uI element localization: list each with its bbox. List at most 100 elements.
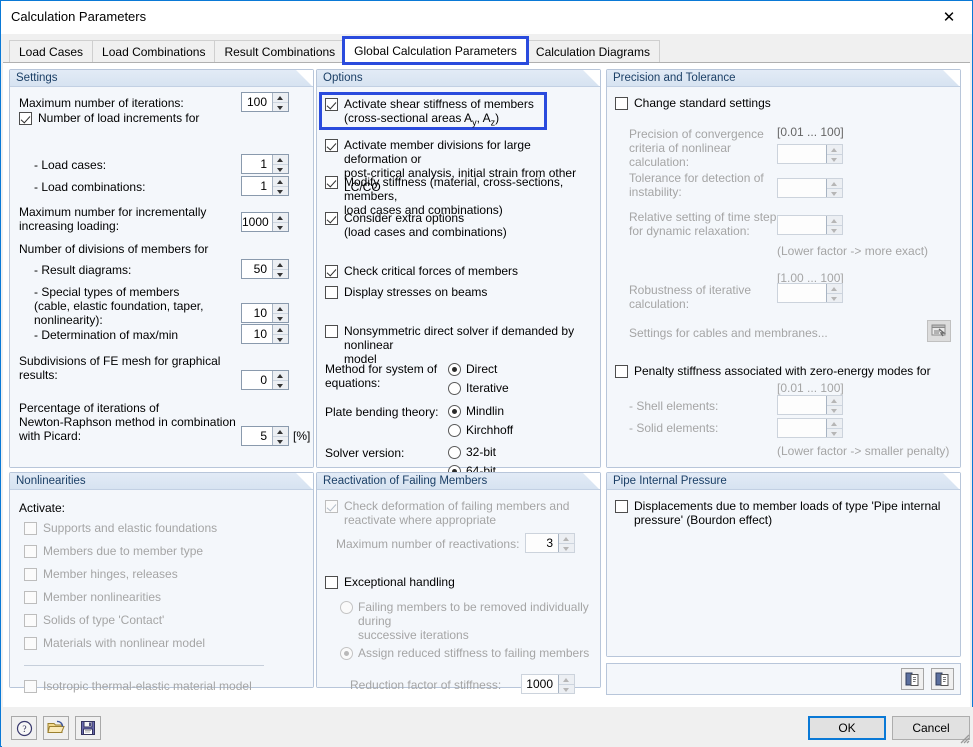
penalty-stiffness-checkbox[interactable]: Penalty stiffness associated with zero-e… xyxy=(615,364,945,378)
radio-iterative[interactable]: Iterative xyxy=(448,381,509,395)
max-incremental-spinner[interactable]: 1000 xyxy=(241,212,289,232)
member-nonlinearities-checkbox[interactable]: Member nonlinearities xyxy=(24,590,294,604)
reduction-factor-spinner[interactable]: 1000 xyxy=(521,674,575,694)
convergence-spinner[interactable] xyxy=(777,144,843,164)
display-stresses-checkbox[interactable]: Display stresses on beams xyxy=(325,285,595,299)
radio-circle[interactable] xyxy=(448,382,461,395)
shell-elements-spin-buttons[interactable] xyxy=(826,396,842,414)
radio-circle[interactable] xyxy=(448,363,461,376)
member-hinges-checkbox[interactable]: Member hinges, releases xyxy=(24,567,294,581)
robustness-spin-buttons[interactable] xyxy=(826,284,842,302)
resize-grip-icon[interactable] xyxy=(958,732,971,745)
shell-elements-spinner[interactable] xyxy=(777,395,843,415)
checkbox-box[interactable] xyxy=(615,500,628,513)
solid-elements-value[interactable] xyxy=(778,419,826,437)
save-button[interactable] xyxy=(75,716,101,740)
copy-page-button-2[interactable] xyxy=(931,668,954,690)
spin-down-icon[interactable] xyxy=(273,270,288,279)
max-incremental-value[interactable]: 1000 xyxy=(242,213,272,231)
spin-down-icon[interactable] xyxy=(273,187,288,196)
nonsymmetric-solver-checkbox[interactable]: Nonsymmetric direct solver if demanded b… xyxy=(325,324,597,366)
timestep-spinner[interactable] xyxy=(777,215,843,235)
result-diagrams-spinner[interactable]: 50 xyxy=(241,259,289,279)
spin-up-icon[interactable] xyxy=(273,93,288,103)
result-diagrams-spin-buttons[interactable] xyxy=(272,260,288,278)
spin-down-icon[interactable] xyxy=(273,335,288,344)
max-min-spinner[interactable]: 10 xyxy=(241,324,289,344)
spin-down-icon[interactable] xyxy=(827,429,842,438)
spin-up-icon[interactable] xyxy=(827,145,842,155)
radio-circle[interactable] xyxy=(340,601,353,614)
checkbox-box[interactable] xyxy=(325,286,338,299)
spin-down-icon[interactable] xyxy=(273,314,288,323)
checkbox-box[interactable] xyxy=(24,637,37,650)
robustness-spinner[interactable] xyxy=(777,283,843,303)
ok-button[interactable]: OK xyxy=(808,716,886,740)
checkbox-box[interactable] xyxy=(615,365,628,378)
load-combinations-spin-buttons[interactable] xyxy=(272,177,288,195)
radio-32bit[interactable]: 32-bit xyxy=(448,445,496,459)
consider-extra-options-checkbox[interactable]: Consider extra options (load cases and c… xyxy=(325,211,595,239)
checkbox-box[interactable] xyxy=(325,212,338,225)
spin-down-icon[interactable] xyxy=(273,381,288,390)
special-types-spinner[interactable]: 10 xyxy=(241,303,289,323)
max-iterations-value[interactable]: 100 xyxy=(242,93,272,111)
settings-dialog-icon[interactable] xyxy=(927,320,951,342)
radio-circle[interactable] xyxy=(448,446,461,459)
load-cases-spinner[interactable]: 1 xyxy=(241,154,289,174)
spin-down-icon[interactable] xyxy=(827,226,842,235)
spin-up-icon[interactable] xyxy=(273,260,288,270)
checkbox-box[interactable] xyxy=(325,98,338,111)
tab-load-combinations[interactable]: Load Combinations xyxy=(92,40,215,63)
spin-up-icon[interactable] xyxy=(559,534,574,544)
checkbox-box[interactable] xyxy=(325,576,338,589)
supports-foundations-checkbox[interactable]: Supports and elastic foundations xyxy=(24,521,294,535)
tab-load-cases[interactable]: Load Cases xyxy=(9,40,93,63)
radio-circle[interactable] xyxy=(448,405,461,418)
spin-up-icon[interactable] xyxy=(827,216,842,226)
help-button[interactable]: ? xyxy=(11,716,37,740)
checkbox-box[interactable] xyxy=(325,325,338,338)
timestep-value[interactable] xyxy=(778,216,826,234)
load-cases-value[interactable]: 1 xyxy=(242,155,272,173)
spin-down-icon[interactable] xyxy=(827,406,842,415)
special-types-value[interactable]: 10 xyxy=(242,304,272,322)
solids-contact-checkbox[interactable]: Solids of type 'Contact' xyxy=(24,613,294,627)
checkbox-box[interactable] xyxy=(325,265,338,278)
radio-remove-individually[interactable]: Failing members to be removed individual… xyxy=(340,600,600,642)
reduction-factor-value[interactable]: 1000 xyxy=(522,675,558,693)
max-min-spin-buttons[interactable] xyxy=(272,325,288,343)
tolerance-value[interactable] xyxy=(778,179,826,197)
materials-nonlinear-checkbox[interactable]: Materials with nonlinear model xyxy=(24,636,294,650)
spin-up-icon[interactable] xyxy=(827,284,842,294)
spin-down-icon[interactable] xyxy=(827,155,842,164)
max-reactivations-value[interactable]: 3 xyxy=(526,534,558,552)
spin-up-icon[interactable] xyxy=(559,675,574,685)
tab-result-combinations[interactable]: Result Combinations xyxy=(214,40,345,63)
tab-global-calculation-parameters[interactable]: Global Calculation Parameters xyxy=(344,38,527,63)
check-critical-forces-checkbox[interactable]: Check critical forces of members xyxy=(325,264,595,278)
checkbox-box[interactable] xyxy=(24,568,37,581)
spin-up-icon[interactable] xyxy=(273,213,288,223)
radio-assign-reduced-stiffness[interactable]: Assign reduced stiffness to failing memb… xyxy=(340,646,600,660)
spin-down-icon[interactable] xyxy=(559,544,574,553)
checkbox-box[interactable] xyxy=(325,176,338,189)
spin-down-icon[interactable] xyxy=(273,165,288,174)
checkbox-box[interactable] xyxy=(615,97,628,110)
spin-down-icon[interactable] xyxy=(273,437,288,446)
spin-down-icon[interactable] xyxy=(273,103,288,112)
spin-up-icon[interactable] xyxy=(273,155,288,165)
spin-down-icon[interactable] xyxy=(827,189,842,198)
checkbox-box[interactable] xyxy=(24,614,37,627)
tolerance-spinner[interactable] xyxy=(777,178,843,198)
result-diagrams-value[interactable]: 50 xyxy=(242,260,272,278)
radio-direct[interactable]: Direct xyxy=(448,362,497,376)
max-incremental-spin-buttons[interactable] xyxy=(272,213,288,231)
special-types-spin-buttons[interactable] xyxy=(272,304,288,322)
timestep-spin-buttons[interactable] xyxy=(826,216,842,234)
change-standard-settings-checkbox[interactable]: Change standard settings xyxy=(615,96,865,110)
isotropic-thermal-checkbox[interactable]: Isotropic thermal-elastic material model xyxy=(24,679,294,693)
fe-mesh-spin-buttons[interactable] xyxy=(272,371,288,389)
spin-up-icon[interactable] xyxy=(273,177,288,187)
spin-down-icon[interactable] xyxy=(559,685,574,694)
